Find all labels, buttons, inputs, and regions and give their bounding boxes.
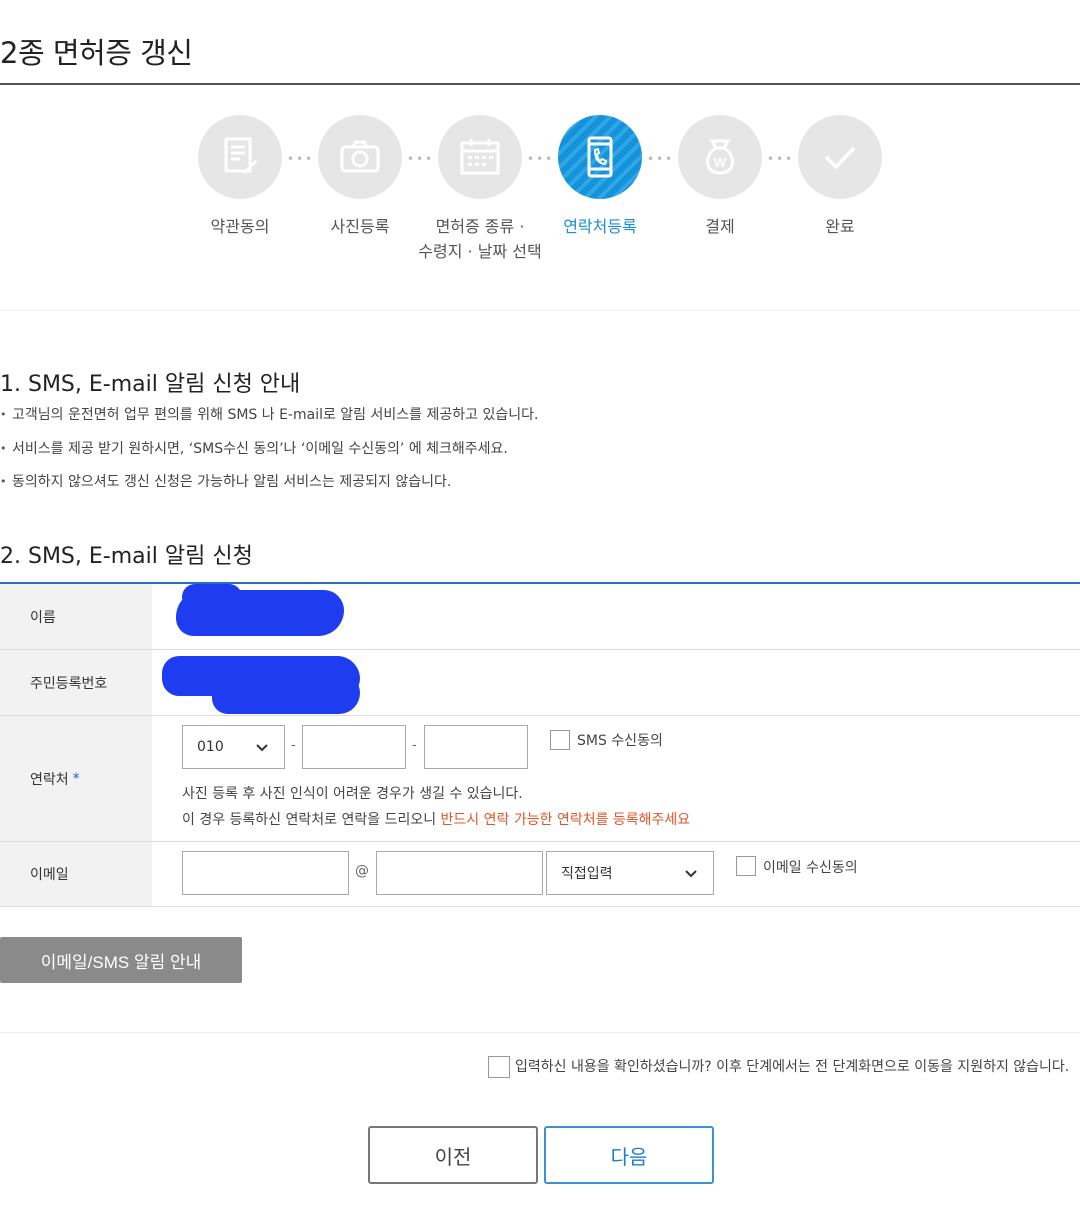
section2-title: 2. SMS, E-mail 알림 신청 — [0, 544, 253, 569]
svg-text:W: W — [714, 155, 727, 170]
redaction-mark — [212, 672, 360, 714]
phone-label: 연락처 * — [0, 716, 152, 841]
section1-title: 1. SMS, E-mail 알림 신청 안내 — [0, 372, 301, 397]
email-consent-label: 이메일 수신동의 — [763, 860, 858, 876]
phone-last-input[interactable] — [424, 725, 528, 769]
phone-dash: - — [412, 738, 417, 753]
bottom-divider — [0, 1032, 1080, 1033]
name-label: 이름 — [0, 584, 152, 649]
email-domain-value: 직접입력 — [561, 866, 613, 882]
phone-row: 연락처 * 010 - - SMS 수신동의 사진 등록 후 사진 인식이 어려운… — [0, 716, 1080, 842]
sms-consent-label: SMS 수신동의 — [577, 733, 663, 749]
email-domain-input[interactable] — [376, 851, 543, 895]
camera-icon — [318, 115, 402, 199]
email-domain-select[interactable]: 직접입력 — [546, 851, 714, 895]
check-icon — [798, 115, 882, 199]
chevron-down-icon — [256, 744, 268, 752]
email-sms-guide-button[interactable]: 이메일/SMS 알림 안내 — [0, 937, 242, 983]
phone-icon — [558, 115, 642, 199]
phone-dash: - — [291, 738, 296, 753]
rrn-row: 주민등록번호 — [0, 650, 1080, 716]
name-row: 이름 — [0, 584, 1080, 650]
email-row: 이메일 @ 직접입력 이메일 수신동의 — [0, 842, 1080, 907]
document-pen-icon — [198, 115, 282, 199]
list-item: 서비스를 제공 받기 원하시면, ‘SMS수신 동의’나 ‘이메일 수신동의’ … — [0, 438, 538, 472]
confirm-label: 입력하신 내용을 확인하셨습니까? 이후 단계에서는 전 단계화면으로 이동을 … — [515, 1059, 1070, 1075]
phone-note-line1: 사진 등록 후 사진 인식이 어려운 경우가 생길 수 있습니다. — [182, 786, 523, 802]
email-local-input[interactable] — [182, 851, 349, 895]
page-title: 2종 면허증 갱신 — [0, 36, 193, 70]
name-value — [152, 584, 1080, 649]
email-consent-checkbox[interactable] — [736, 856, 756, 876]
rrn-label: 주민등록번호 — [0, 650, 152, 715]
prev-button[interactable]: 이전 — [368, 1126, 538, 1184]
phone-middle-input[interactable] — [302, 725, 406, 769]
phone-note-line2: 이 경우 등록하신 연락처로 연락을 드리오니 반드시 연락 가능한 연락처를 … — [182, 812, 691, 828]
stepper-divider — [0, 310, 1080, 311]
phone-fields: 010 - - SMS 수신동의 사진 등록 후 사진 인식이 어려운 경우가 … — [152, 716, 1080, 841]
at-sign: @ — [355, 863, 369, 879]
email-label: 이메일 — [0, 842, 152, 906]
rrn-value — [152, 650, 1080, 715]
list-item: 고객님의 운전면허 업무 편의를 위해 SMS 나 E-mail로 알림 서비스… — [0, 404, 538, 438]
email-fields: @ 직접입력 이메일 수신동의 — [152, 842, 1080, 906]
next-button[interactable]: 다음 — [544, 1126, 714, 1184]
phone-note-warning: 반드시 연락 가능한 연락처를 등록해주세요 — [440, 812, 691, 828]
step-label: 완료 — [825, 217, 855, 236]
phone-prefix-value: 010 — [197, 739, 224, 755]
list-item: 동의하지 않으셔도 갱신 신청은 가능하나 알림 서비스는 제공되지 않습니다. — [0, 471, 538, 505]
title-divider — [0, 83, 1080, 85]
sms-consent-checkbox[interactable] — [550, 730, 570, 750]
notification-form: 이름 주민등록번호 연락처 * 010 - - SMS 수신동의 사진 등록 후… — [0, 582, 1080, 907]
won-bag-icon: W — [678, 115, 762, 199]
redaction-mark — [182, 584, 242, 610]
step-complete: 완료 — [760, 115, 920, 239]
calendar-icon — [438, 115, 522, 199]
required-mark: * — [72, 770, 80, 787]
phone-prefix-select[interactable]: 010 — [182, 725, 285, 769]
chevron-down-icon — [685, 870, 697, 878]
notice-list: 고객님의 운전면허 업무 편의를 위해 SMS 나 E-mail로 알림 서비스… — [0, 404, 538, 505]
confirm-checkbox[interactable] — [488, 1056, 510, 1078]
